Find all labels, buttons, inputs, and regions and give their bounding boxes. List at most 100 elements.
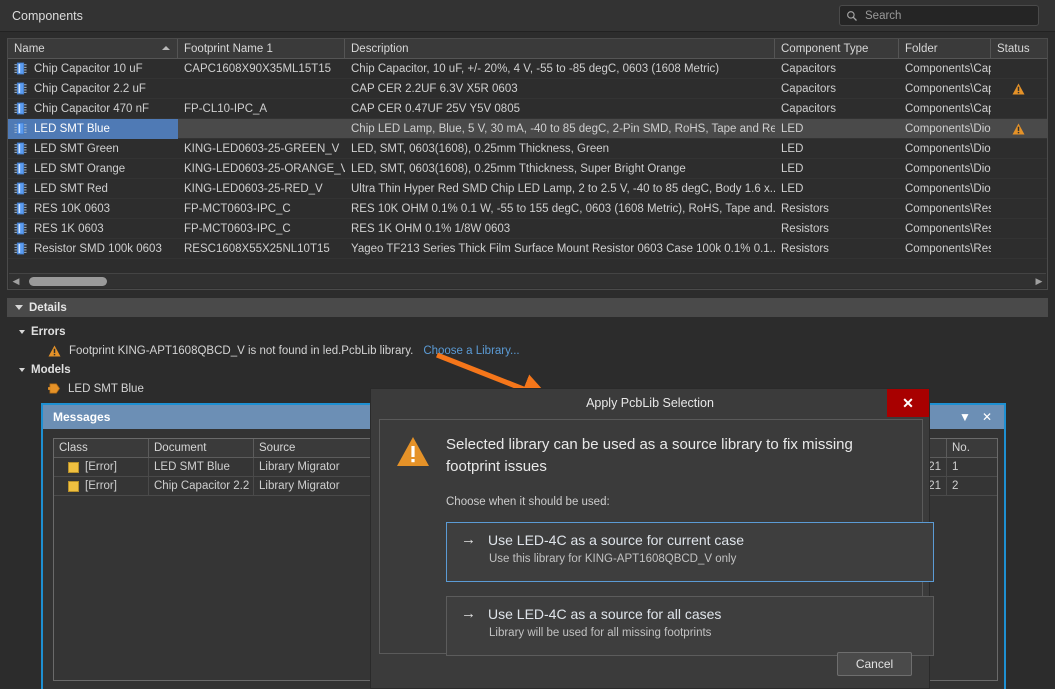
dialog-footer: Cancel [371, 652, 929, 688]
tree-item-error[interactable]: Footprint KING-APT1608QBCD_V is not foun… [12, 341, 912, 360]
table-row[interactable]: LED SMT Red KING-LED0603-25-RED_V Ultra Th… [8, 179, 1047, 199]
cell-folder: Components\Cap [905, 102, 991, 115]
cell-description: Chip LED Lamp, Blue, 5 V, 30 mA, -40 to … [351, 122, 775, 135]
cell-description: Chip Capacitor, 10 uF, +/- 20%, 4 V, -55… [351, 62, 720, 75]
cell-name: Chip Capacitor 2.2 uF [8, 79, 178, 99]
cell-description: RES 10K OHM 0.1% 0.1 W, -55 to 155 degC,… [351, 202, 775, 215]
error-square-icon [68, 481, 79, 492]
table-header-row: Name Footprint Name 1 Description Compon… [8, 39, 1047, 59]
sort-ascending-icon [162, 45, 170, 50]
column-header-status[interactable]: Status [991, 39, 1046, 59]
panel-titlebar: Components Search [0, 0, 1055, 32]
messages-column-source[interactable]: Source [254, 439, 377, 458]
scrollbar-thumb[interactable] [29, 276, 107, 286]
column-label: Source [259, 442, 296, 454]
option-title: Use LED-4C as a source for current case [488, 531, 744, 548]
scrollbar-track[interactable] [23, 274, 1032, 289]
cell-status [991, 179, 1046, 199]
table-row[interactable]: Resistor SMD 100k 0603 RESC1608X55X25NL10… [8, 239, 1047, 259]
table-row[interactable]: Chip Capacitor 2.2 uF CAP CER 2.2UF 6.3V … [8, 79, 1047, 99]
search-icon [847, 10, 857, 21]
column-header-description[interactable]: Description [345, 39, 775, 59]
cell-status [991, 99, 1046, 119]
option-description: Library will be used for all missing foo… [489, 626, 712, 639]
close-button[interactable]: ✕ [887, 389, 929, 417]
cell-folder: Components\Diod [905, 142, 991, 155]
table-row[interactable]: RES 1K 0603 FP-MCT0603-IPC_C RES 1K OHM 0.… [8, 219, 1047, 239]
component-chip-icon [14, 102, 27, 115]
component-chip-icon [14, 62, 27, 75]
tree-group-label: Models [31, 363, 71, 376]
cell-folder: Components\Diod [905, 182, 991, 195]
cell-folder: Components\Diod [905, 162, 991, 175]
component-name: Chip Capacitor 2.2 uF [34, 82, 146, 95]
scroll-left-icon[interactable]: ◀ [9, 276, 23, 287]
cell-footprint: RESC1608X55X25NL10T15 [184, 242, 330, 255]
warning-icon [1012, 82, 1025, 95]
search-input[interactable]: Search [839, 5, 1039, 26]
message-class: [Error] [54, 458, 149, 477]
tree-group-models[interactable]: Models [12, 360, 912, 379]
choose-library-link[interactable]: Choose a Library... [423, 345, 519, 357]
cell-name: Resistor SMD 100k 0603 [8, 239, 178, 259]
dialog-body: Selected library can be used as a source… [379, 419, 934, 656]
cancel-button[interactable]: Cancel [837, 652, 912, 676]
cell-description: RES 1K OHM 0.1% 1/8W 0603 [351, 222, 511, 235]
table-row[interactable]: Chip Capacitor 470 nF FP-CL10-IPC_A CAP CE… [8, 99, 1047, 119]
table-row[interactable]: LED SMT Orange KING-LED0603-25-ORANGE_V LE… [8, 159, 1047, 179]
table-row[interactable]: LED SMT Blue Chip LED Lamp, Blue, 5 V, 30… [8, 118, 1047, 139]
option-all-cases[interactable]: → Use LED-4C as a source for all cases L… [446, 595, 934, 656]
option-current-case[interactable]: → Use LED-4C as a source for current cas… [446, 521, 934, 582]
table-row[interactable]: Chip Capacitor 10 uF CAPC1608X90X35ML15T1… [8, 59, 1047, 79]
cell-footprint [178, 119, 345, 139]
search-placeholder: Search [865, 9, 902, 22]
components-table[interactable]: Name Footprint Name 1 Description Compon… [7, 38, 1048, 290]
scroll-right-icon[interactable]: ▶ [1032, 276, 1046, 287]
column-header-footprint[interactable]: Footprint Name 1 [178, 39, 345, 59]
column-label: Class [59, 442, 88, 454]
table-row[interactable]: LED SMT Green KING-LED0603-25-GREEN_V LED,… [8, 139, 1047, 159]
column-label: Name [14, 42, 45, 55]
cell-folder: Components\Resi [905, 222, 991, 235]
dialog-heading: Selected library can be used as a source… [446, 436, 853, 475]
column-header-name[interactable]: Name [8, 39, 178, 59]
component-name: Chip Capacitor 10 uF [34, 62, 143, 75]
table-row[interactable]: RES 10K 0603 FP-MCT0603-IPC_C RES 10K OHM … [8, 199, 1047, 219]
message-no: 1 [952, 461, 959, 473]
horizontal-scrollbar[interactable]: ◀ ▶ [9, 273, 1046, 288]
column-header-folder[interactable]: Folder [899, 39, 991, 59]
tree-group-errors[interactable]: Errors [12, 322, 912, 341]
details-header[interactable]: Details [7, 298, 1048, 317]
error-text: Footprint KING-APT1608QBCD_V is not foun… [69, 344, 414, 357]
messages-column-document[interactable]: Document [149, 439, 254, 458]
chevron-down-icon [19, 329, 25, 334]
cell-name: RES 1K 0603 [8, 219, 178, 239]
cell-folder: Components\Resi [905, 242, 991, 255]
message-class-label: [Error] [85, 480, 117, 492]
arrow-right-icon: → [461, 605, 476, 622]
component-chip-icon [14, 242, 27, 255]
close-icon[interactable]: ✕ [976, 406, 998, 428]
cell-folder: Components\Resi [905, 202, 991, 215]
messages-column-class[interactable]: Class [54, 439, 149, 458]
cell-component-type: Capacitors [781, 62, 836, 75]
cell-footprint: FP-MCT0603-IPC_C [184, 202, 291, 215]
cell-component-type: Resistors [781, 222, 829, 235]
message-source: Library Migrator [254, 458, 377, 477]
dialog-titlebar[interactable]: Apply PcbLib Selection ✕ [371, 389, 929, 417]
cell-description: CAP CER 0.47UF 25V Y5V 0805 [351, 102, 520, 115]
cell-component-type: LED [781, 142, 804, 155]
cell-status [991, 139, 1046, 159]
component-chip-icon [14, 162, 27, 175]
messages-column-no[interactable]: No. [947, 439, 995, 458]
cell-footprint: KING-LED0603-25-RED_V [184, 182, 323, 195]
components-panel: Components Search Name Footprint Name 1 [0, 0, 1055, 296]
column-header-component-type[interactable]: Component Type [775, 39, 899, 59]
cell-description: LED, SMT, 0603(1608), 0.25mm Thickness, … [351, 142, 610, 155]
warning-icon [397, 437, 429, 466]
chevron-down-icon[interactable]: ▼ [954, 406, 976, 428]
cell-component-type: LED [781, 182, 804, 195]
cell-footprint: CAPC1608X90X35ML15T15 [184, 62, 332, 75]
cell-component-type: Resistors [781, 202, 829, 215]
dialog-title: Apply PcbLib Selection [586, 396, 714, 410]
